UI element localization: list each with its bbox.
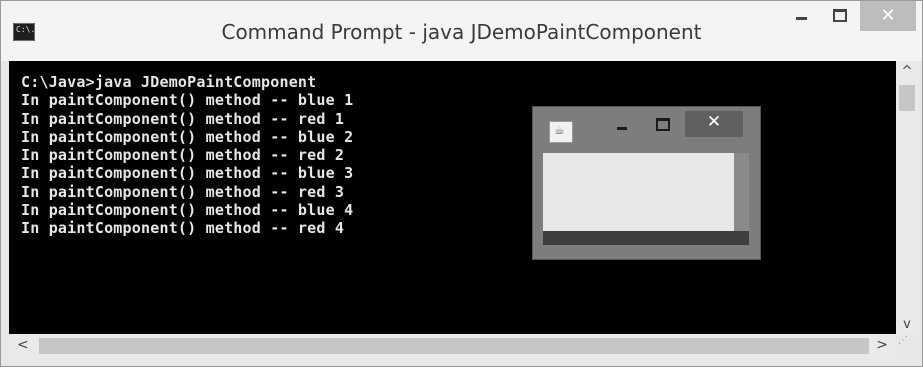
- horizontal-scroll-thumb[interactable]: [39, 338, 869, 354]
- maximize-icon: [833, 9, 847, 22]
- close-icon: ✕: [706, 112, 722, 132]
- frame-right-edge: [734, 153, 749, 231]
- maximize-button[interactable]: [822, 1, 858, 31]
- resize-grip-icon[interactable]: ⋰: [898, 336, 918, 358]
- console-line: In paintComponent() method -- blue 4: [21, 201, 354, 220]
- console-line: In paintComponent() method -- blue 3: [21, 164, 354, 183]
- horizontal-scrollbar[interactable]: < >: [9, 334, 896, 358]
- console-line: In paintComponent() method -- blue 1: [21, 91, 354, 110]
- title-bar[interactable]: C:\. Command Prompt - java JDemoPaintCom…: [1, 1, 922, 61]
- minimize-button[interactable]: [784, 1, 820, 31]
- minimize-icon: [617, 127, 627, 130]
- console-output[interactable]: C:\Java>java JDemoPaintComponent In pain…: [9, 61, 896, 334]
- close-icon: ✕: [880, 5, 896, 26]
- scroll-up-icon[interactable]: ^: [896, 64, 918, 79]
- close-button[interactable]: ✕: [860, 1, 916, 31]
- console-line: C:\Java>java JDemoPaintComponent: [21, 73, 317, 91]
- console-line: In paintComponent() method -- blue 2: [21, 127, 354, 146]
- frame-content-area[interactable]: [543, 153, 734, 231]
- frame-close-button[interactable]: ✕: [685, 111, 743, 137]
- vertical-scrollbar[interactable]: ^ v: [896, 61, 918, 334]
- scroll-down-icon[interactable]: v: [896, 317, 918, 332]
- command-prompt-window: C:\. Command Prompt - java JDemoPaintCom…: [0, 0, 923, 367]
- console-line: In paintComponent() method -- red 2: [21, 146, 345, 165]
- console-line: In paintComponent() method -- red 4: [21, 219, 345, 238]
- frame-maximize-button[interactable]: [647, 112, 677, 136]
- console-line: In paintComponent() method -- red 3: [21, 182, 345, 201]
- java-frame-window[interactable]: ☕ ✕: [532, 106, 761, 260]
- frame-bottom-edge: [543, 231, 749, 245]
- minimize-icon: [796, 17, 807, 20]
- java-cup-icon[interactable]: ☕: [549, 121, 573, 143]
- vertical-scroll-thumb[interactable]: [899, 85, 915, 111]
- java-cup-glyph: ☕: [554, 123, 565, 137]
- scroll-left-icon[interactable]: <: [17, 337, 29, 353]
- scroll-right-icon[interactable]: >: [876, 337, 888, 353]
- maximize-icon: [656, 118, 670, 131]
- frame-minimize-button[interactable]: [607, 112, 637, 136]
- console-lines: C:\Java>java JDemoPaintComponent In pain…: [21, 73, 353, 238]
- console-line: In paintComponent() method -- red 1: [21, 109, 345, 128]
